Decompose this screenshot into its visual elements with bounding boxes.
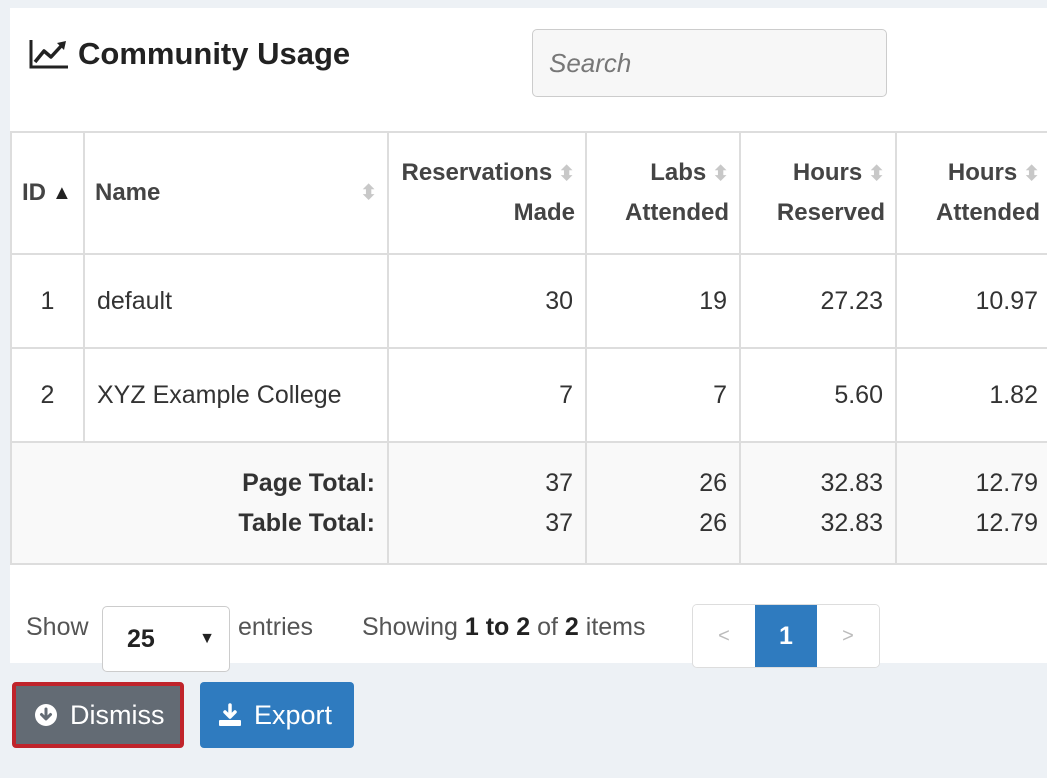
page-total-label: Page Total: [242,469,375,497]
column-header-label: Name [95,179,161,206]
line-chart-icon [28,38,70,70]
column-header-reservations-made[interactable]: Reservations ⬍ Made [387,131,587,255]
cell-labs: 19 [585,253,741,349]
table-footer-row: Page Total: Table Total: 37 37 26 26 32.… [10,441,1047,565]
table-total-value: 12.79 [975,509,1038,537]
total-hours-attended: 12.79 12.79 [895,441,1047,565]
dismiss-button[interactable]: Dismiss [12,682,184,748]
cell-reservations: 30 [387,253,587,349]
column-header-name[interactable]: Name ⬍ [83,131,389,255]
caret-down-icon: ▼ [199,630,215,647]
cell-hours-attended: 10.97 [895,253,1047,349]
page-button-current[interactable]: 1 [755,605,817,667]
sort-ascending-icon: ▲ [52,182,72,204]
column-header-hours-reserved[interactable]: Hours ⬍ Reserved [739,131,897,255]
export-button[interactable]: Export [200,682,354,748]
usage-table: ID ▲ Name ⬍ Reservations ⬍ Made Labs ⬍ A… [10,131,1047,565]
table-total-value: 37 [545,509,573,537]
column-header-label: Attended [936,199,1040,226]
showing-summary: Showing 1 to 2 of 2 items [362,613,646,642]
column-header-label: Reserved [776,199,885,226]
page-size-select[interactable]: 25 ▼ [102,606,230,672]
show-label: Show [26,613,89,641]
pager: < 1 > [692,604,880,668]
column-header-label: Hours [947,159,1018,186]
sort-icon: ⬍ [1023,163,1040,185]
showing-total: 2 [564,613,579,641]
column-header-labs-attended[interactable]: Labs ⬍ Attended [585,131,741,255]
cell-labs: 7 [585,347,741,443]
table-row[interactable]: 2 XYZ Example College 7 7 5.60 1.82 [10,347,1047,443]
entries-label: entries [238,613,314,641]
export-label: Export [254,699,333,730]
circle-arrow-down-icon [34,703,58,727]
table-row[interactable]: 1 default 30 19 27.23 10.97 [10,253,1047,349]
cell-reservations: 7 [387,347,587,443]
cell-name: XYZ Example College [83,347,389,443]
showing-of: of [537,613,558,641]
cell-hours-reserved: 27.23 [739,253,897,349]
showing-items: items [585,613,646,641]
total-hours-reserved: 32.83 32.83 [739,441,897,565]
showing-range: 1 to 2 [464,613,531,641]
cell-id: 2 [10,347,85,443]
page-total-value: 12.79 [975,469,1038,497]
panel-title-text: Community Usage [78,36,351,71]
column-header-label: Hours [792,159,863,186]
total-reservations: 37 37 [387,441,587,565]
column-header-hours-attended[interactable]: Hours ⬍ Attended [895,131,1047,255]
next-page-button[interactable]: > [817,605,879,667]
totals-labels: Page Total: Table Total: [10,441,389,565]
sort-icon: ⬍ [868,163,885,185]
panel-title: Community Usage [28,36,350,72]
page-total-value: 32.83 [820,469,883,497]
download-icon [218,703,242,727]
cell-id: 1 [10,253,85,349]
sort-icon: ⬍ [360,182,377,204]
column-header-label: Attended [625,199,729,226]
table-total-value: 26 [699,509,727,537]
column-header-label: Reservations [401,159,553,186]
community-usage-panel: Community Usage ID ▲ Name [10,8,1047,672]
sort-icon: ⬍ [712,163,729,185]
table-total-label: Table Total: [238,509,375,537]
cell-hours-reserved: 5.60 [739,347,897,443]
table-header-row: ID ▲ Name ⬍ Reservations ⬍ Made Labs ⬍ A… [10,131,1047,255]
showing-prefix: Showing [362,613,458,641]
sort-icon: ⬍ [558,163,575,185]
column-header-label: ID [22,179,46,206]
cell-hours-attended: 1.82 [895,347,1047,443]
column-header-label: Labs [650,159,707,186]
search-input[interactable] [532,29,887,97]
dismiss-label: Dismiss [70,699,165,730]
cell-name: default [83,253,389,349]
page-total-value: 26 [699,469,727,497]
page-size-value: 25 [127,625,155,653]
prev-page-button[interactable]: < [693,605,755,667]
column-header-id[interactable]: ID ▲ [10,131,85,255]
table-total-value: 32.83 [820,509,883,537]
page-total-value: 37 [545,469,573,497]
total-labs: 26 26 [585,441,741,565]
table-pagination-bar: Show 25 ▼ entries Showing 1 to 2 of 2 it… [10,586,1047,672]
column-header-label: Made [513,199,575,226]
